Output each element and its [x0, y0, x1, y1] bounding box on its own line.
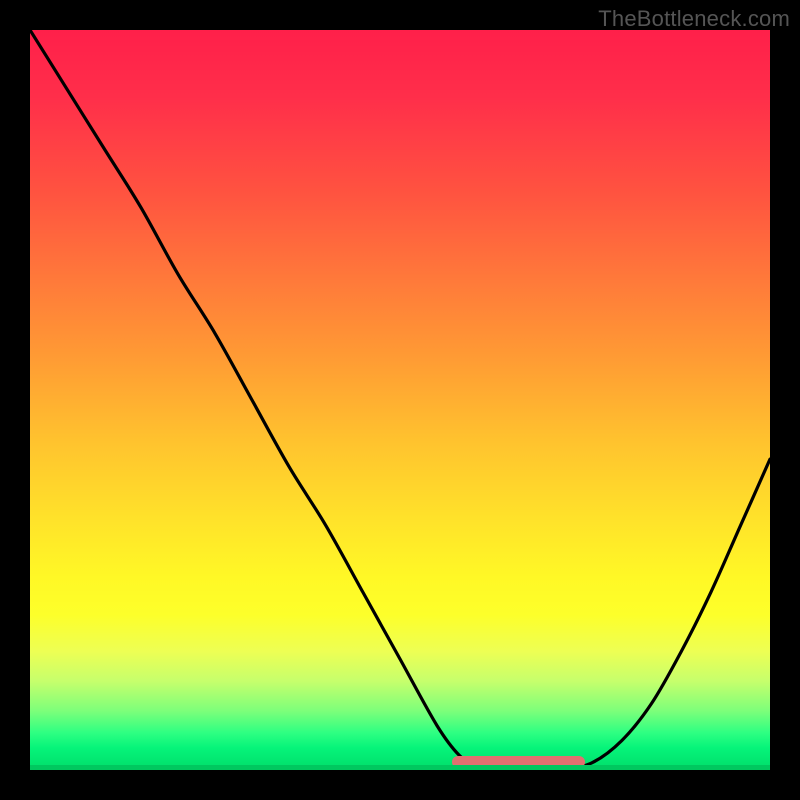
chart-frame: TheBottleneck.com [0, 0, 800, 800]
bottom-green-band [30, 765, 770, 770]
plot-area [30, 30, 770, 770]
watermark-text: TheBottleneck.com [598, 6, 790, 32]
curve-layer [30, 30, 770, 770]
bottleneck-curve [30, 30, 770, 770]
